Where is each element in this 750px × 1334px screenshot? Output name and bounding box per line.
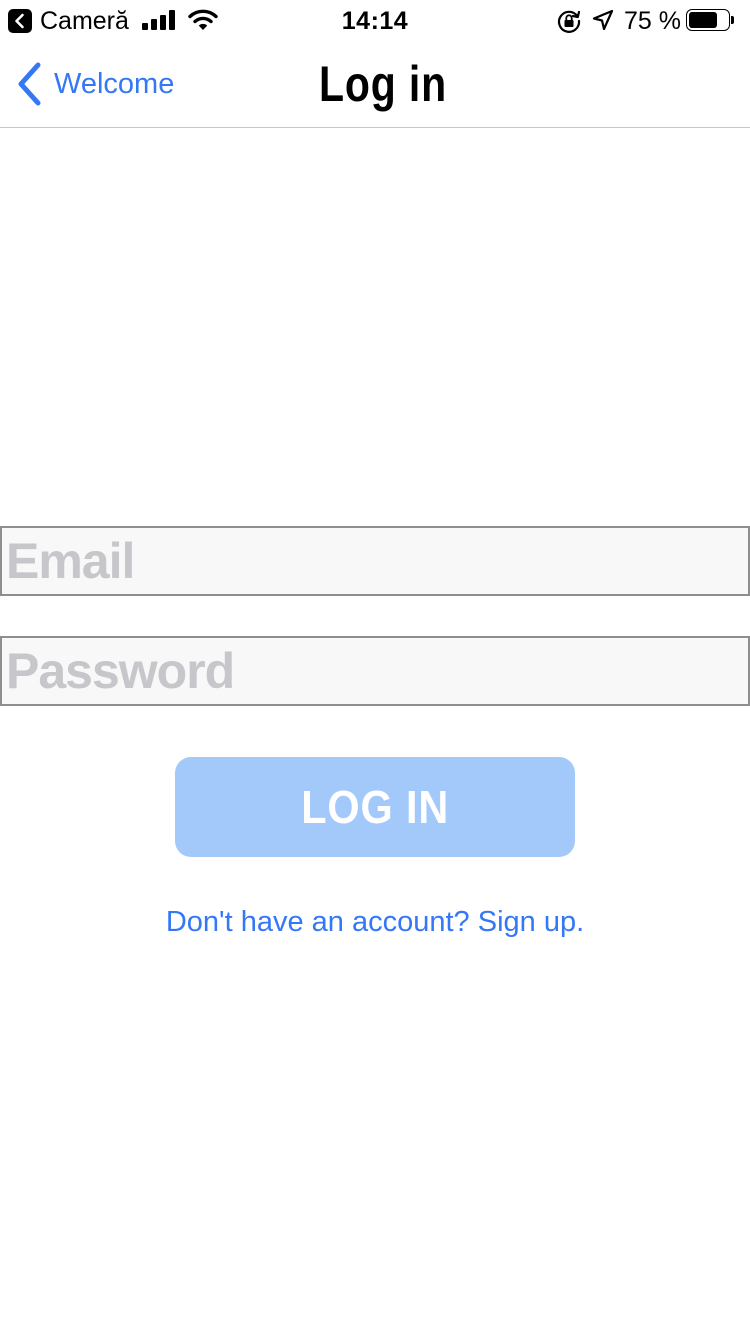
page-title: Log in <box>319 56 447 112</box>
login-button-label: LOG IN <box>300 781 449 833</box>
password-field[interactable] <box>0 636 750 706</box>
battery-icon <box>686 9 736 33</box>
battery-percentage: 75 % <box>624 7 681 35</box>
signup-link[interactable]: Don't have an account? Sign up. <box>0 900 750 944</box>
navigation-bar: Welcome Log in <box>0 40 750 128</box>
login-button[interactable]: LOG IN <box>175 757 575 857</box>
location-arrow-icon <box>592 9 614 36</box>
chevron-left-icon <box>18 62 41 106</box>
email-field[interactable] <box>0 526 750 596</box>
status-bar: Cameră 14:14 75 % <box>0 0 750 40</box>
rotation-lock-icon <box>556 8 582 39</box>
